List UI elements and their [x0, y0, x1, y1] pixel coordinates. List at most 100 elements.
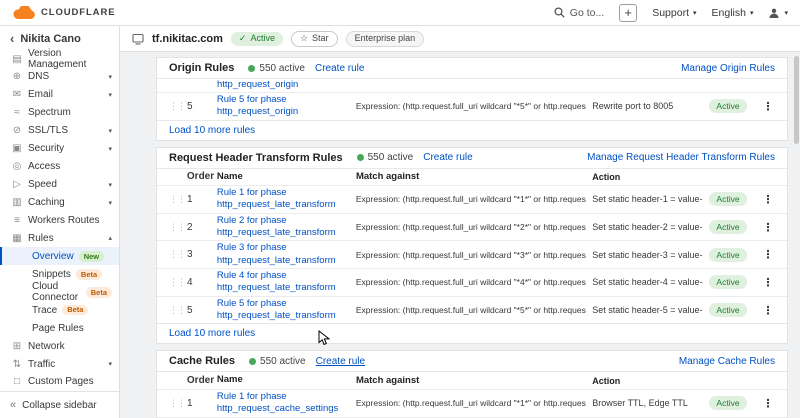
rule-expression: Expression: (http.request.full_uri wildc…	[356, 277, 586, 287]
dns-icon: ⊕	[11, 71, 23, 82]
sidebar-item-label: Email	[28, 89, 53, 100]
support-label: Support	[652, 7, 689, 19]
sidebar-item-label: DNS	[28, 71, 49, 82]
rule-status: Active	[709, 193, 755, 205]
rule-action: Set static header-1 = value-1	[592, 194, 703, 204]
sidebar-item-cloud-connector[interactable]: Cloud Connector Beta	[0, 283, 119, 301]
sidebar-item-custom-pages[interactable]: □ Custom Pages	[0, 373, 119, 391]
chevron-down-icon: ▾	[108, 127, 112, 135]
sidebar-item-security[interactable]: ▣ Security ▾	[0, 140, 119, 158]
search-label: Go to...	[570, 7, 604, 19]
drag-handle-icon[interactable]: ⋮⋮	[169, 305, 181, 316]
load-more-link[interactable]: Load 10 more rules	[169, 328, 255, 339]
sidebar-item-speed[interactable]: ▷ Speed ▾	[0, 176, 119, 194]
section-title: Request Header Transform Rules	[169, 152, 343, 164]
sidebar-item-label: Caching	[28, 197, 65, 208]
rule-status: Active	[709, 221, 755, 233]
add-button[interactable]: +	[619, 4, 637, 22]
user-menu[interactable]: ▾	[768, 7, 788, 19]
chevron-down-icon: ▾	[108, 91, 112, 99]
rule-status: Active	[709, 249, 755, 261]
plus-icon: +	[624, 5, 632, 20]
drag-handle-icon[interactable]: ⋮⋮	[169, 249, 181, 260]
account-selector[interactable]: ‹ Nikita Cano	[0, 26, 119, 50]
rule-status: Active	[709, 100, 755, 112]
green-dot-icon	[248, 65, 255, 72]
sidebar-item-spectrum[interactable]: ≈ Spectrum	[0, 104, 119, 122]
rule-expression: Expression: (http.request.full_uri wildc…	[356, 250, 586, 260]
column-match-against: Match against	[356, 375, 586, 386]
active-count: 550 active	[249, 356, 306, 367]
sidebar-item-version-management[interactable]: ▤ Version Management	[0, 50, 119, 68]
support-menu[interactable]: Support ▾	[652, 7, 696, 19]
active-badge: Active	[709, 303, 746, 317]
sidebar-item-access[interactable]: ◎ Access	[0, 158, 119, 176]
kebab-menu-icon[interactable]: ⋮	[761, 100, 775, 113]
version-management-icon: ▤	[11, 54, 23, 65]
sidebar-item-label: Traffic	[28, 359, 55, 370]
rule-name-link[interactable]: Rule 1 for phase http_request_late_trans…	[217, 187, 350, 212]
sidebar-item-label: Security	[28, 143, 64, 154]
kebab-menu-icon[interactable]: ⋮	[761, 221, 775, 234]
request-header-transform-rules-section: Request Header Transform Rules 550 activ…	[156, 147, 788, 345]
sidebar-item-workers-routes[interactable]: ≡ Workers Routes	[0, 212, 119, 230]
kebab-menu-icon[interactable]: ⋮	[761, 193, 775, 206]
collapse-sidebar-button[interactable]: « Collapse sidebar	[0, 391, 119, 418]
cloudflare-logo[interactable]: CLOUDFLARE	[12, 6, 115, 20]
create-rule-link[interactable]: Create rule	[316, 356, 365, 367]
rules-icon: ▦	[11, 233, 23, 244]
sidebar-item-traffic[interactable]: ⇅ Traffic ▾	[0, 355, 119, 373]
rule-order: 1	[187, 398, 211, 409]
column-name: Name	[217, 171, 350, 183]
kebab-menu-icon[interactable]: ⋮	[761, 248, 775, 261]
rule-expression: Expression: (http.request.full_uri wildc…	[356, 398, 586, 408]
table-row: ⋮⋮ 3 Rule 3 for phase http_request_late_…	[157, 240, 787, 268]
active-badge: Active	[709, 275, 746, 289]
manage-transform-rules-link[interactable]: Manage Request Header Transform Rules	[587, 152, 775, 163]
sidebar-item-email[interactable]: ✉ Email ▾	[0, 86, 119, 104]
drag-handle-icon[interactable]: ⋮⋮	[169, 194, 181, 205]
sidebar-item-ssl-tls[interactable]: ⊘ SSL/TLS ▾	[0, 122, 119, 140]
active-badge: Active	[709, 99, 746, 113]
rules-overview-content: Origin Rules 550 active Create rule Mana…	[120, 52, 800, 418]
chevron-down-icon: ▾	[108, 360, 112, 368]
drag-handle-icon[interactable]: ⋮⋮	[169, 398, 181, 409]
create-rule-link[interactable]: Create rule	[315, 63, 364, 74]
site-domain: tf.nikitac.com	[152, 33, 223, 45]
sidebar-item-caching[interactable]: ▥ Caching ▾	[0, 194, 119, 212]
rule-action: Browser TTL, Edge TTL	[592, 398, 703, 408]
kebab-menu-icon[interactable]: ⋮	[761, 397, 775, 410]
sidebar-item-label: Access	[28, 161, 60, 172]
manage-origin-rules-link[interactable]: Manage Origin Rules	[681, 63, 775, 74]
scrollbar-thumb[interactable]	[794, 56, 799, 144]
kebab-menu-icon[interactable]: ⋮	[761, 304, 775, 317]
rule-name-link[interactable]: Rule 2 for phase http_request_late_trans…	[217, 215, 350, 240]
sidebar-item-overview[interactable]: Overview New	[0, 247, 119, 265]
rule-name-link[interactable]: http_request_origin	[217, 79, 298, 90]
site-bar: tf.nikitac.com ✓ Active ☆ Star Enterpris…	[120, 26, 800, 52]
language-menu[interactable]: English ▾	[712, 7, 754, 19]
rule-name-link[interactable]: Rule 1 for phase http_request_cache_sett…	[217, 391, 350, 416]
rule-name-link[interactable]: Rule 5 for phase http_request_late_trans…	[217, 298, 350, 323]
sidebar-item-page-rules[interactable]: Page Rules	[0, 319, 119, 337]
star-button[interactable]: ☆ Star	[291, 31, 338, 47]
kebab-menu-icon[interactable]: ⋮	[761, 276, 775, 289]
create-rule-link[interactable]: Create rule	[423, 152, 472, 163]
drag-handle-icon[interactable]: ⋮⋮	[169, 101, 181, 112]
manage-cache-rules-link[interactable]: Manage Cache Rules	[679, 356, 775, 367]
rule-order: 3	[187, 249, 211, 260]
sidebar-item-network[interactable]: ⊞ Network	[0, 337, 119, 355]
global-search[interactable]: Go to...	[554, 7, 604, 19]
sidebar-item-dns[interactable]: ⊕ DNS ▾	[0, 68, 119, 86]
cache-rules-section: Cache Rules 550 active Create rule Manag…	[156, 350, 788, 418]
drag-handle-icon[interactable]: ⋮⋮	[169, 277, 181, 288]
rule-name-link[interactable]: Rule 4 for phase http_request_late_trans…	[217, 270, 350, 295]
rule-name-link[interactable]: Rule 3 for phase http_request_late_trans…	[217, 242, 350, 267]
drag-handle-icon[interactable]: ⋮⋮	[169, 222, 181, 233]
rule-expression: Expression: (http.request.full_uri wildc…	[356, 101, 586, 111]
rule-name-link[interactable]: Rule 5 for phase http_request_origin	[217, 94, 350, 119]
plan-badge: Enterprise plan	[346, 31, 425, 47]
sidebar-item-trace[interactable]: Trace Beta	[0, 301, 119, 319]
sidebar-item-rules[interactable]: ▦ Rules ▴	[0, 229, 119, 247]
load-more-link[interactable]: Load 10 more rules	[169, 125, 255, 136]
